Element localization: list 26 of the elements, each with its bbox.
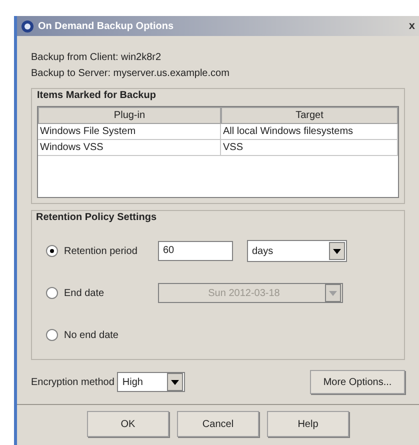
dialog-button[interactable]: Help (267, 411, 349, 437)
group-title: Retention Policy Settings (36, 211, 158, 225)
radio-button[interactable] (46, 329, 58, 341)
app-icon (21, 20, 34, 32)
radio-button[interactable] (46, 245, 58, 257)
group-title: Items Marked for Backup (37, 89, 157, 103)
encryption-label: Encryption method (31, 376, 114, 390)
column-header[interactable]: Target (221, 107, 398, 124)
dialog-button[interactable]: Cancel (177, 411, 259, 437)
unit-dropdown[interactable]: days (247, 240, 347, 262)
encryption-dropdown[interactable]: High (117, 372, 186, 392)
info-text: Backup to Server: myserver.us.example.com (31, 67, 230, 81)
close-button[interactable]: x (408, 20, 415, 32)
more-options-button[interactable]: More Options... (310, 370, 405, 394)
table-cell: VSS (221, 140, 398, 155)
info-text: Backup from Client: win2k8r2 (31, 51, 162, 65)
period-field[interactable]: 60 (158, 241, 233, 261)
column-header[interactable]: Plug-in (38, 107, 221, 124)
radio-label: Retention period (64, 244, 138, 258)
window-title: On Demand Backup Options (38, 20, 174, 34)
dialog-button[interactable]: OK (87, 411, 169, 437)
radio-label: No end date (64, 328, 120, 342)
radio-label: End date (64, 286, 106, 300)
table-cell: Windows VSS (38, 140, 221, 155)
table-cell: Windows File System (38, 124, 221, 139)
table-cell: All local Windows filesystems (221, 124, 398, 139)
